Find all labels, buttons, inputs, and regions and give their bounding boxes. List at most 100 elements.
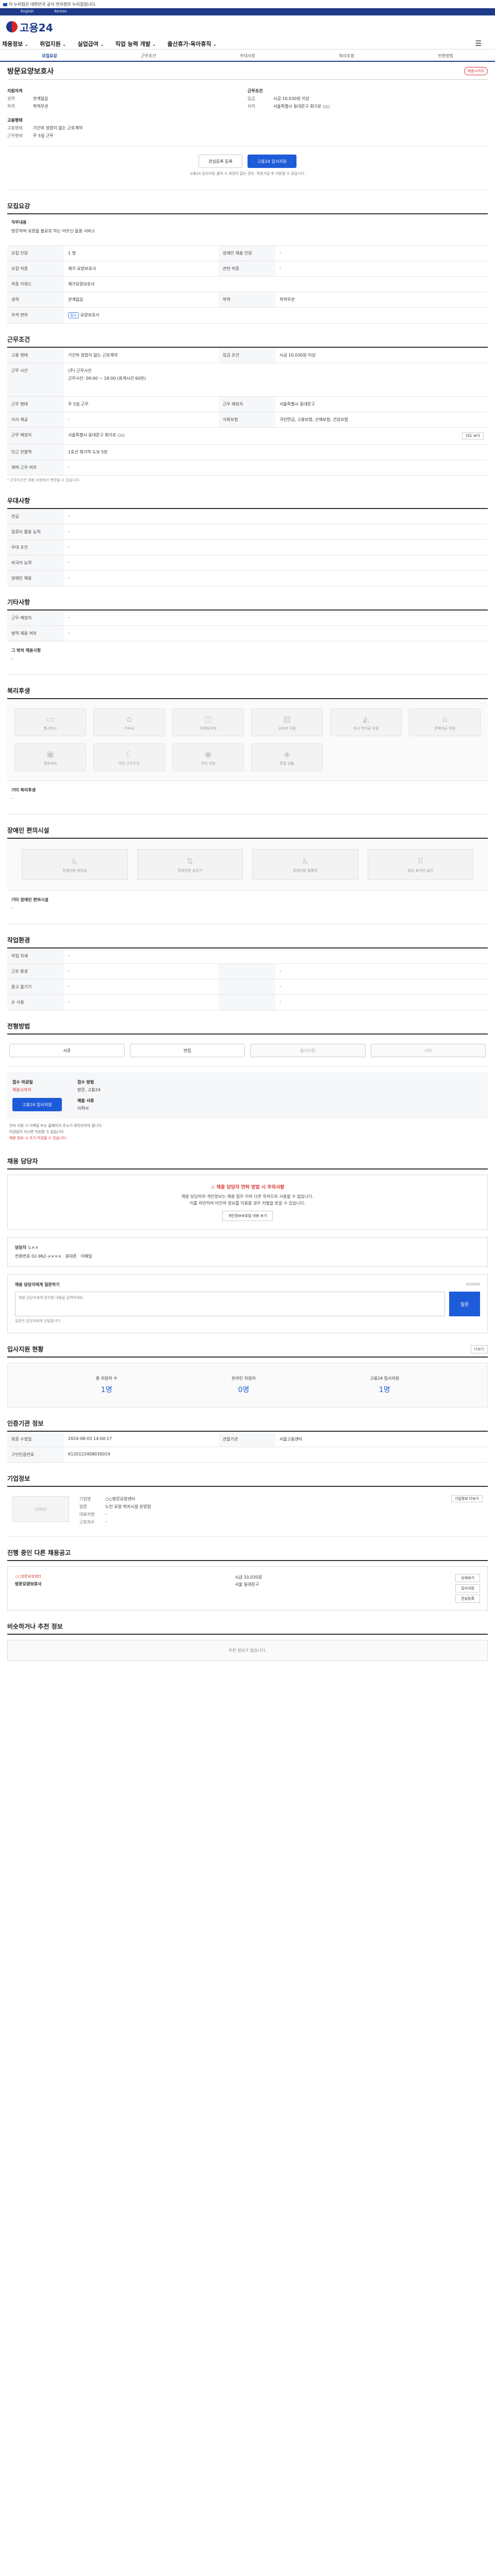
disability-tile: ♿ 장애인용 휠체어 bbox=[252, 849, 358, 880]
cell-value: 시급 10,030원 이상 bbox=[275, 348, 488, 363]
status-more-link[interactable]: 더보기 bbox=[470, 1345, 488, 1353]
cell-label: 손 사용 bbox=[7, 994, 64, 1010]
tab-conditions[interactable]: 근무조건 bbox=[99, 49, 198, 61]
company-more-button[interactable]: 기업정보 더보기 bbox=[451, 1495, 483, 1502]
cell-value: - bbox=[275, 963, 488, 979]
wheelchair-icon: ♿ bbox=[301, 856, 309, 866]
tab-method[interactable]: 전형방법 bbox=[396, 49, 495, 61]
cell-value: - bbox=[64, 524, 488, 540]
place-value: 서울특별시 동대문구 회기로 ○○ bbox=[68, 433, 125, 437]
food-icon: ◉ bbox=[204, 749, 212, 759]
conditions-table: 고용 형태 기간의 정함이 없는 근로계약 임금 조건 시급 10,030원 이상 근… bbox=[7, 348, 488, 476]
tab-recruit[interactable]: 모집요강 bbox=[0, 49, 99, 61]
company-label: 업종 bbox=[79, 1504, 87, 1509]
interest-button[interactable]: 관심등록 등록 bbox=[199, 155, 242, 168]
summary-value: 기간의 정함이 없는 근로계약 bbox=[33, 126, 82, 130]
question-input[interactable]: 채용 담당자에게 문의할 내용을 입력하세요. bbox=[15, 1292, 445, 1316]
step-documents: 서류 bbox=[9, 1044, 125, 1057]
korea-flag-icon bbox=[3, 3, 7, 6]
stat-label: 온라인 지원자 bbox=[232, 1376, 256, 1381]
summary-value: 시급 10,030원 이상 bbox=[273, 96, 309, 101]
tab-preferences[interactable]: 우대사항 bbox=[198, 49, 297, 61]
other-wage: 시급 10,030원 bbox=[235, 1575, 262, 1580]
other-job-card[interactable]: ○○방문요양센터 방문요양보호사 시급 10,030원 서울 동대문구 상세보기… bbox=[7, 1566, 488, 1611]
company-info: LOGO 기업명 ○○방문요양센터 업종 노인 요양 복지시설 운영업 대표자명 - … bbox=[7, 1487, 488, 1537]
cell-label: 병역 채용 여부 bbox=[7, 625, 64, 641]
section-title: 작업환경 bbox=[7, 936, 488, 948]
tel-label: 전화번호 bbox=[15, 1254, 30, 1259]
cell-label: 작업 자세 bbox=[7, 948, 64, 964]
map-button[interactable]: 지도 보기 bbox=[462, 432, 484, 439]
cell-label: 외국어 능력 bbox=[7, 555, 64, 571]
cell-label: 구인인증번호 bbox=[7, 1447, 64, 1463]
license-chip: 필수 bbox=[68, 312, 79, 318]
site-logo[interactable]: 고용24 bbox=[6, 20, 53, 35]
tile-label: 장애인용 화장실 bbox=[62, 868, 87, 873]
time-heading: (주) 근무시간 bbox=[68, 368, 92, 373]
conditions-note: * 근무조건은 채용 과정에서 변경될 수 있습니다. bbox=[7, 478, 80, 482]
section-title: 인증기관 정보 bbox=[7, 1419, 488, 1432]
environment-table: 작업 자세 - 근로 환경 - - 들고 옮기기 - - 손 사용 - - bbox=[7, 948, 488, 1010]
car-icon: ◫ bbox=[204, 714, 212, 724]
cell-value: - bbox=[275, 979, 488, 995]
house-icon: ⌂ bbox=[126, 714, 132, 724]
lang-korean[interactable]: Korean bbox=[54, 9, 67, 13]
note-line: 채용 완료 시 조기 마감될 수 있습니다. bbox=[9, 1136, 68, 1140]
nav-item[interactable]: 채용정보 bbox=[2, 40, 28, 48]
nav-item[interactable]: 직업 능력 개발 bbox=[116, 40, 156, 48]
cell-label: 근무 시간 bbox=[7, 363, 64, 397]
nav-item[interactable]: 출산휴가·육아휴직 bbox=[168, 40, 217, 48]
cell-label bbox=[219, 994, 275, 1010]
tile-label: 야간 근무수당 bbox=[119, 761, 140, 766]
logo-text: 고용24 bbox=[20, 21, 53, 34]
nav-item[interactable]: 취업지원 bbox=[40, 40, 66, 48]
cell-label: 관할기관 bbox=[219, 1432, 275, 1447]
section-title: 기타사항 bbox=[7, 598, 488, 611]
apply-button-2[interactable]: 고용24 입사지원 bbox=[12, 1098, 62, 1111]
duty-value: 방문하여 요양을 필요로 하는 어르신 돌봄 서비스 bbox=[11, 229, 95, 233]
step-written: 필기시험 bbox=[250, 1044, 366, 1057]
home-icon: ⌂ bbox=[442, 714, 448, 724]
cell-label: 식사 제공 bbox=[7, 412, 64, 428]
cell-value: - bbox=[64, 460, 488, 476]
cell-value: - bbox=[64, 963, 219, 979]
sub-label: 기타 장애인 편의시설 bbox=[11, 897, 48, 902]
section-tabs: 모집요강 근무조건 우대사항 복리후생 전형방법 bbox=[0, 49, 495, 62]
sub-value: - bbox=[11, 656, 13, 661]
tile-label: 장애인용 휠체어 bbox=[293, 868, 318, 873]
duty-label: 직무내용 bbox=[11, 220, 27, 225]
cell-label: 고용 형태 bbox=[7, 348, 64, 363]
privacy-law-button[interactable]: 개인정보보호법 내용 보기 bbox=[222, 1211, 273, 1221]
stat-label: 고용24 입사지원 bbox=[370, 1376, 400, 1381]
interest-small-button[interactable]: 관심등록 bbox=[455, 1595, 480, 1603]
note-line: 전자 지원 시 이메일 또는 홈페이지 주소가 확인되어야 합니다. bbox=[9, 1124, 103, 1128]
tel-value: 02-962-×××× bbox=[31, 1254, 62, 1259]
hamburger-menu-icon[interactable]: ☰ bbox=[475, 40, 482, 48]
lang-english[interactable]: English bbox=[21, 9, 34, 13]
cell-value: - bbox=[64, 611, 488, 626]
cell-value: - bbox=[64, 948, 488, 964]
cell-label: 학력 bbox=[219, 292, 275, 308]
question-submit-button[interactable]: 질문 bbox=[449, 1292, 480, 1316]
gift-icon: ▣ bbox=[46, 749, 55, 759]
company-value: - bbox=[105, 1512, 107, 1516]
cell-label: 모집 직종 bbox=[7, 261, 64, 277]
apply-button[interactable]: 고용24 입사지원 bbox=[247, 155, 296, 168]
section-title: 전형방법 bbox=[7, 1022, 488, 1035]
license-name: 요양보호사 bbox=[80, 313, 100, 317]
apply-small-button[interactable]: 입사지원 bbox=[455, 1584, 480, 1592]
disability-tiles: ♿ 장애인용 화장실 ⇅ 장애인용 승강기 ♿ 장애인용 휠체어 ⠿ 점자 표지판 설치 bbox=[7, 839, 488, 891]
other-title[interactable]: 방문요양보호사 bbox=[15, 1581, 42, 1587]
company-value: - bbox=[105, 1519, 107, 1524]
tab-welfare[interactable]: 복리후생 bbox=[297, 49, 396, 61]
nav-item[interactable]: 실업급여 bbox=[77, 40, 104, 48]
cell-value: 서울고용센터 bbox=[275, 1432, 488, 1447]
detail-button[interactable]: 상세보기 bbox=[455, 1574, 480, 1582]
sub-value: - bbox=[11, 796, 13, 801]
company-section: 기업정보 LOGO 기업명 ○○방문요양센터 업종 노인 요양 복지시설 운영업 대… bbox=[7, 1474, 488, 1537]
cell-value: - bbox=[64, 539, 488, 555]
tile-label: 식비 지원 bbox=[201, 761, 216, 766]
cell-label: 재택 근무 여부 bbox=[7, 460, 64, 476]
summary-value: 관계없음 bbox=[33, 96, 48, 101]
welfare-tile: ⌂ 주택자금 지원 bbox=[409, 708, 481, 736]
